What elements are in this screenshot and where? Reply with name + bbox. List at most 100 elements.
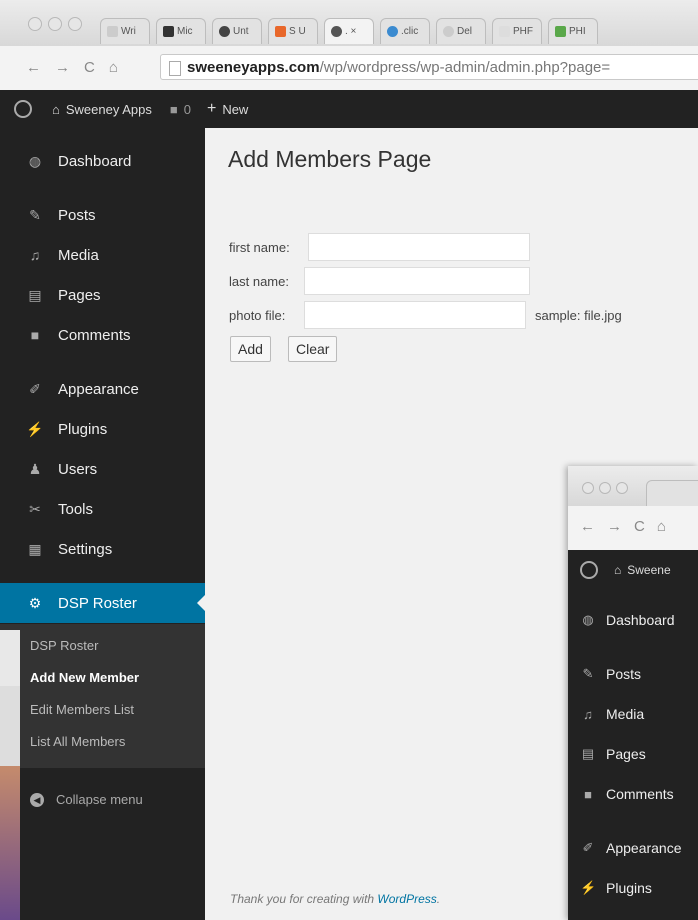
- sidebar-item-media[interactable]: ♫ Media: [0, 235, 205, 275]
- first-name-label: first name:: [229, 240, 290, 255]
- nested-browser-tab[interactable]: [646, 480, 698, 508]
- photo-file-input[interactable]: [304, 301, 526, 329]
- sidebar-item-users[interactable]: ♟ Users: [0, 449, 205, 489]
- settings-icon: ▦: [28, 540, 42, 557]
- browser-tab[interactable]: Mic: [156, 18, 206, 44]
- home-icon: ⌂: [52, 101, 60, 117]
- back-arrow-icon[interactable]: ←: [580, 518, 595, 535]
- first-name-input[interactable]: [308, 233, 530, 261]
- footer-credit: Thank you for creating with WordPress.: [230, 892, 441, 906]
- collapse-menu-button[interactable]: ◀ Collapse menu: [30, 792, 143, 807]
- browser-tab[interactable]: Del: [436, 18, 486, 44]
- pages-icon: ▤: [28, 286, 42, 303]
- sidebar-item-posts[interactable]: ✎ Posts: [0, 195, 205, 235]
- site-name-menu[interactable]: ⌂ Sweeney Apps: [52, 102, 152, 117]
- tab-favicon-icon: [499, 26, 510, 37]
- background-window-panel: [0, 686, 20, 766]
- nested-sidebar-item-media[interactable]: ♫ Media: [568, 694, 698, 734]
- wordpress-link[interactable]: WordPress: [377, 892, 436, 906]
- plug-icon: ⚡: [26, 420, 44, 437]
- submenu-item-list-all-members[interactable]: List All Members: [30, 734, 125, 749]
- browser-toolbar: ← → C ⌂ sweeneyapps.com/wp/wordpress/wp-…: [0, 46, 698, 91]
- nested-sidebar-item-plugins[interactable]: ⚡ Plugins: [568, 868, 698, 908]
- url-path: /wp/wordpress/wp-admin/admin.php?page=: [319, 58, 611, 76]
- nav-buttons: ← → C ⌂: [26, 59, 118, 76]
- browser-tab[interactable]: .clic: [380, 18, 430, 44]
- minimize-window-button[interactable]: [48, 17, 62, 31]
- forward-arrow-icon[interactable]: →: [55, 59, 70, 76]
- current-menu-pointer: [197, 595, 205, 611]
- nested-window-controls: [582, 482, 628, 494]
- comment-icon: ■: [584, 786, 592, 802]
- zoom-window-button[interactable]: [68, 17, 82, 31]
- comment-icon: ■: [30, 327, 40, 343]
- comment-bubble-icon: ■: [169, 101, 178, 117]
- sidebar-item-appearance[interactable]: ✐ Appearance: [0, 369, 205, 409]
- tab-favicon-icon: [443, 26, 454, 37]
- nested-sidebar-item-dashboard[interactable]: ◍ Dashboard: [568, 600, 698, 640]
- last-name-label: last name:: [229, 274, 289, 289]
- plus-icon: +: [206, 100, 217, 117]
- nested-toolbar: ← → C ⌂: [568, 506, 698, 551]
- tab-favicon-icon: [387, 26, 398, 37]
- pin-icon: ✎: [29, 206, 41, 223]
- tab-strip: Wri Mic Unt S U . × .clic Del PHF PHI: [100, 18, 604, 44]
- wp-logo-menu[interactable]: [14, 100, 32, 118]
- reload-icon[interactable]: C: [84, 59, 95, 76]
- brush-icon: ✐: [582, 840, 594, 855]
- home-icon[interactable]: ⌂: [109, 59, 118, 76]
- nested-zoom-button[interactable]: [616, 482, 628, 494]
- dashboard-icon: ◍: [582, 612, 594, 627]
- nested-browser-window: ← → C ⌂ ⌂ Sweene ◍ Dashboard ✎ Posts ♫ Medi…: [568, 466, 698, 920]
- browser-tab[interactable]: PHI: [548, 18, 598, 44]
- sidebar-item-pages[interactable]: ▤ Pages: [0, 275, 205, 315]
- tab-favicon-icon: [555, 26, 566, 37]
- forward-arrow-icon[interactable]: →: [607, 518, 622, 535]
- admin-sidebar: ◍ Dashboard ✎ Posts ♫ Media ▤ Pages ■ Comment…: [0, 128, 205, 920]
- page-document-icon: [169, 61, 181, 76]
- comments-menu[interactable]: ■ 0: [170, 102, 191, 117]
- nested-sidebar-item-pages[interactable]: ▤ Pages: [568, 734, 698, 774]
- tab-favicon-icon: [331, 26, 342, 37]
- wrench-icon: ✂: [29, 500, 41, 517]
- sidebar-item-dsp-roster[interactable]: ⚙ DSP Roster: [0, 583, 205, 623]
- gear-icon: ⚙: [28, 594, 42, 611]
- nested-minimize-button[interactable]: [599, 482, 611, 494]
- browser-tab[interactable]: Unt: [212, 18, 262, 44]
- browser-tab[interactable]: S U: [268, 18, 318, 44]
- browser-tab[interactable]: Wri: [100, 18, 150, 44]
- clear-button[interactable]: Clear: [288, 336, 338, 362]
- submenu-item-add-new-member[interactable]: Add New Member: [30, 670, 139, 685]
- wordpress-logo-icon[interactable]: [580, 561, 598, 579]
- submenu-item-edit-members-list[interactable]: Edit Members List: [30, 702, 134, 717]
- new-content-menu[interactable]: + New: [207, 100, 248, 118]
- reload-icon[interactable]: C: [634, 518, 645, 535]
- sample-hint: sample: file.jpg: [535, 308, 622, 323]
- nested-sidebar-item-posts[interactable]: ✎ Posts: [568, 654, 698, 694]
- nested-nav-buttons: ← → C ⌂: [580, 518, 666, 535]
- nested-close-button[interactable]: [582, 482, 594, 494]
- home-icon[interactable]: ⌂: [657, 518, 666, 535]
- nested-sidebar-item-comments[interactable]: ■ Comments: [568, 774, 698, 814]
- media-icon: ♫: [29, 247, 41, 263]
- back-arrow-icon[interactable]: ←: [26, 59, 41, 76]
- sidebar-item-tools[interactable]: ✂ Tools: [0, 489, 205, 529]
- sidebar-item-plugins[interactable]: ⚡ Plugins: [0, 409, 205, 449]
- add-button[interactable]: Add: [230, 336, 271, 362]
- close-window-button[interactable]: [28, 17, 42, 31]
- nested-sidebar-item-appearance[interactable]: ✐ Appearance: [568, 828, 698, 868]
- submenu-item-dsp-roster[interactable]: DSP Roster: [30, 638, 98, 653]
- wordpress-logo-icon: [14, 100, 32, 118]
- dashboard-icon: ◍: [28, 152, 42, 169]
- last-name-input[interactable]: [304, 267, 530, 295]
- browser-tab[interactable]: PHF: [492, 18, 542, 44]
- pages-icon: ▤: [581, 746, 595, 761]
- sidebar-item-comments[interactable]: ■ Comments: [0, 315, 205, 355]
- sidebar-item-settings[interactable]: ▦ Settings: [0, 529, 205, 569]
- browser-tab-active[interactable]: . ×: [324, 18, 374, 44]
- sidebar-item-dashboard[interactable]: ◍ Dashboard: [0, 141, 205, 181]
- address-bar[interactable]: sweeneyapps.com/wp/wordpress/wp-admin/ad…: [160, 54, 698, 80]
- page-title: Add Members Page: [228, 146, 432, 172]
- nested-site-name[interactable]: Sweene: [627, 563, 670, 577]
- plug-icon: ⚡: [580, 880, 597, 895]
